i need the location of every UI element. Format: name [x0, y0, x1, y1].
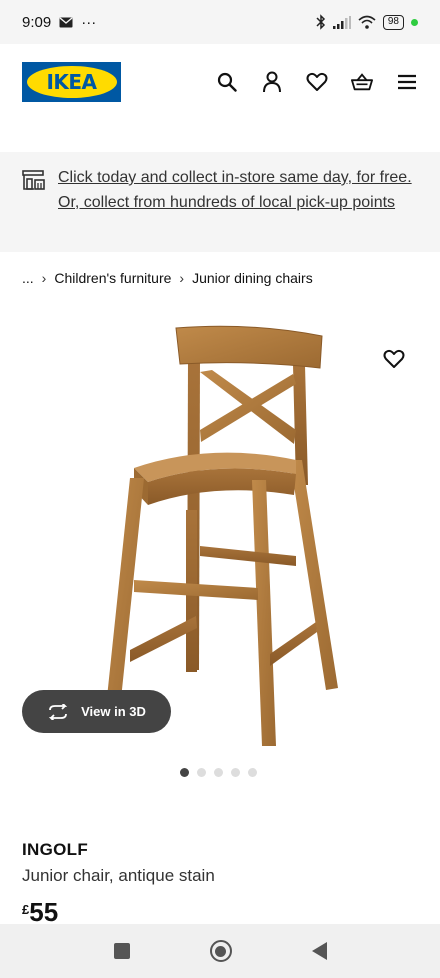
privacy-indicator — [411, 18, 418, 26]
system-navigation-bar — [0, 924, 440, 978]
price-currency: £ — [22, 902, 30, 917]
click-collect-link[interactable]: Click today and collect in-store same da… — [58, 166, 418, 238]
breadcrumb: ... › Children's furniture › Junior dini… — [22, 270, 313, 286]
site-header: IKEA — [0, 44, 440, 150]
add-to-wishlist-button[interactable] — [383, 349, 409, 375]
status-time: 9:09 — [22, 13, 52, 31]
breadcrumb-item-junior-dining-chairs[interactable]: Junior dining chairs — [192, 270, 313, 286]
wifi-icon — [358, 15, 376, 29]
chevron-right-icon: › — [179, 270, 185, 286]
carousel-dot[interactable] — [197, 768, 206, 777]
header-icon-group — [216, 71, 418, 93]
basket-icon[interactable] — [351, 71, 373, 93]
image-carousel-dots — [180, 768, 257, 777]
carousel-dot[interactable] — [214, 768, 223, 777]
heart-icon — [383, 349, 405, 368]
carousel-dot[interactable] — [248, 768, 257, 777]
view-in-3d-button[interactable]: View in 3D — [22, 690, 171, 733]
status-bar: 9:09 ··· 98 — [0, 0, 440, 44]
ikea-logo[interactable]: IKEA — [22, 62, 121, 102]
product-name: INGOLF — [22, 840, 89, 859]
home-button[interactable] — [209, 940, 232, 962]
chevron-right-icon: › — [41, 270, 47, 286]
mail-icon — [59, 16, 73, 27]
battery-indicator: 98 — [382, 14, 404, 30]
breadcrumb-ellipsis[interactable]: ... — [22, 270, 34, 286]
store-icon — [22, 170, 45, 190]
menu-icon[interactable] — [396, 71, 418, 93]
breadcrumb-item-childrens-furniture[interactable]: Children's furniture — [54, 270, 171, 286]
product-description: Junior chair, antique stain — [22, 866, 215, 885]
back-button[interactable] — [311, 942, 327, 960]
signal-icon — [332, 15, 351, 29]
click-collect-notice[interactable]: Click today and collect in-store same da… — [0, 152, 440, 252]
carousel-dot[interactable] — [231, 768, 240, 777]
account-icon[interactable] — [261, 71, 283, 93]
price-value: 55 — [29, 897, 59, 927]
carousel-dot[interactable] — [180, 768, 189, 777]
view-in-3d-label: View in 3D — [81, 704, 146, 719]
rotate-3d-icon — [48, 703, 68, 720]
wishlist-icon[interactable] — [306, 71, 328, 93]
product-price: £ 55 — [22, 897, 58, 927]
recent-apps-button[interactable] — [113, 943, 130, 959]
search-icon[interactable] — [216, 71, 238, 93]
more-notifications-icon: ··· — [81, 13, 97, 31]
bluetooth-icon — [316, 14, 325, 30]
logo-text: IKEA — [46, 70, 97, 94]
